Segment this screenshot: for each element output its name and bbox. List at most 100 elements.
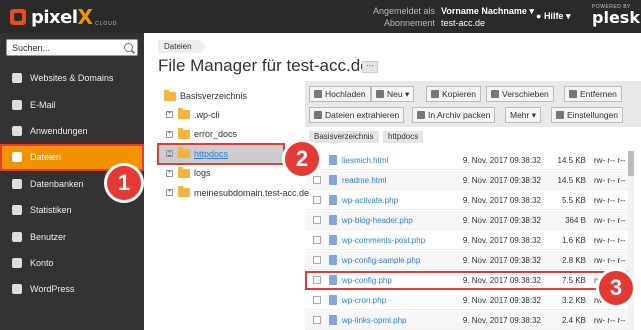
page-title: File Manager für test-acc.de (158, 56, 370, 75)
pixelx-logo[interactable]: pixel X (10, 5, 93, 29)
file-name-link[interactable]: wp-blog-header.php (342, 216, 437, 225)
extract-icon (314, 111, 322, 119)
file-name-link[interactable]: wp-cron.php (342, 296, 437, 305)
logo-subtitle: CLOUD (95, 21, 118, 27)
table-row-wp-config[interactable]: wp-config.php 9. Nov. 2017 09:38:32 7.5 KB… (305, 271, 628, 290)
table-row[interactable]: wp-links-opml.php 9. Nov. 2017 09:38:32 2.… (305, 311, 628, 330)
tree-item-error-docs[interactable]: + error_docs (158, 125, 298, 145)
table-row[interactable]: liesmich.html 9. Nov. 2017 09:38:32 14.5 K… (305, 151, 628, 170)
sidebar-item-users[interactable]: Benutzer (0, 223, 144, 249)
tree-item-httpdocs[interactable]: + httpdocs (157, 143, 285, 165)
file-icon (329, 235, 337, 245)
expand-icon[interactable]: + (166, 130, 173, 138)
settings-icon (556, 111, 564, 119)
wordpress-icon (12, 284, 22, 295)
file-date: 9. Nov. 2017 09:38:32 (462, 255, 541, 265)
settings-button[interactable]: Einstellungen (551, 107, 624, 123)
tree-root[interactable]: Basisverzeichnis (158, 87, 298, 105)
pixelx-logo-icon (10, 9, 26, 25)
table-row[interactable]: readme.html 9. Nov. 2017 09:38:32 14.5 KB r… (305, 171, 628, 190)
file-date: 9. Nov. 2017 09:38:32 (462, 295, 541, 305)
file-name-link[interactable]: wp-links-opml.php (342, 316, 437, 325)
move-button[interactable]: Verschieben (486, 86, 554, 102)
file-name-link[interactable]: wp-config.php (342, 276, 437, 285)
extract-files-button[interactable]: Dateien extrahieren (309, 107, 405, 123)
plus-icon (376, 90, 384, 98)
main-content: Dateien File Manager für test-acc.de ···… (144, 33, 641, 330)
expand-icon[interactable]: + (166, 169, 173, 177)
tree-item-subdomain[interactable]: + meinesubdomain.test-acc.de (158, 183, 309, 203)
row-checkbox[interactable] (313, 316, 321, 324)
sidebar-item-account[interactable]: Konto (0, 250, 144, 276)
row-checkbox[interactable] (313, 276, 321, 284)
file-size: 2.8 KB (561, 255, 586, 265)
search-input[interactable]: Suchen... (6, 39, 138, 56)
delete-icon (569, 90, 577, 98)
sidebar-item-email[interactable]: E-Mail (0, 91, 144, 117)
file-permissions: rw- r-- r-- (594, 315, 626, 325)
file-icon (329, 255, 337, 265)
folder-icon (164, 89, 176, 101)
scrollbar-thumb[interactable] (628, 151, 634, 176)
more-button[interactable]: Mehr ▾ (505, 107, 541, 123)
tree-item-wp-cli[interactable]: + .wp-cli (158, 105, 298, 125)
copy-button[interactable]: Kopieren (426, 86, 482, 102)
expand-icon[interactable]: + (166, 150, 173, 158)
table-row[interactable]: wp-activate.php 9. Nov. 2017 09:38:32 5.5 … (305, 191, 628, 210)
row-checkbox[interactable] (313, 216, 321, 224)
remove-button[interactable]: Entfernen (564, 86, 622, 102)
sidebar-item-applications[interactable]: Anwendungen (0, 118, 144, 144)
row-checkbox[interactable] (313, 196, 321, 204)
table-row[interactable]: wp-comments-post.php 9. Nov. 2017 09:38:3… (305, 231, 628, 250)
new-button[interactable]: Neu ▾ (371, 86, 415, 102)
row-checkbox[interactable] (313, 296, 321, 304)
row-checkbox[interactable] (313, 256, 321, 264)
folder-icon (178, 108, 190, 120)
search-icon[interactable] (124, 43, 133, 52)
folder-tree: Basisverzeichnis + .wp-cli + error_docs + h… (157, 87, 309, 203)
table-row[interactable]: wp-config-sample.php 9. Nov. 2017 09:38:3… (305, 251, 628, 270)
file-icon (329, 215, 337, 225)
file-size: 364 B (565, 215, 586, 225)
row-checkbox[interactable] (313, 236, 321, 244)
file-name-link[interactable]: liesmich.html (342, 156, 437, 165)
file-size: 3.2 KB (561, 295, 586, 305)
sidebar-item-wordpress[interactable]: WordPress (0, 276, 144, 302)
title-more-button[interactable]: ··· (362, 61, 378, 73)
expand-icon[interactable]: + (166, 189, 173, 197)
file-name-link[interactable]: wp-comments-post.php (342, 236, 437, 245)
breadcrumb[interactable]: Dateien (158, 40, 206, 54)
subscription-label: Abonnement (383, 18, 435, 28)
table-row[interactable]: wp-cron.php9. Nov. 2017 09:38:323.2 KBrw… (305, 291, 628, 310)
archive-button[interactable]: In Archiv packen (412, 107, 496, 123)
row-checkbox[interactable] (313, 176, 321, 184)
table-row[interactable]: wp-blog-header.php 9. Nov. 2017 09:38:32 3… (305, 211, 628, 230)
file-size: 14.5 KB (557, 175, 586, 185)
file-icon (329, 195, 337, 205)
file-name-link[interactable]: wp-config-sample.php (342, 256, 437, 265)
step-badge-3: 3 (596, 268, 636, 308)
logo-x: X (77, 5, 93, 29)
move-icon (491, 90, 499, 98)
tree-item-logs[interactable]: + logs (158, 164, 298, 184)
bar-chart-icon (12, 205, 22, 216)
file-permissions: rw- r-- r-- (594, 235, 626, 245)
file-size: 14.5 KB (557, 155, 586, 165)
user-menu[interactable]: Vorname Nachname ▾ (441, 5, 534, 17)
file-date: 9. Nov. 2017 09:38:32 (462, 315, 541, 325)
file-size: 1.6 KB (561, 235, 586, 245)
help-menu[interactable]: ● Hilfe ▾ (536, 11, 570, 22)
file-name-link[interactable]: readme.html (342, 176, 437, 185)
logo-text: pixel (31, 6, 78, 28)
file-name-link[interactable]: wp-activate.php (342, 196, 437, 205)
path-breadcrumb: Basisverzeichnis httpdocs (305, 130, 641, 144)
top-bar: pixel X CLOUD Angemeldet als Vorname Nac… (0, 0, 641, 33)
expand-icon[interactable]: + (166, 111, 173, 119)
step-badge-2: 2 (282, 139, 322, 179)
path-segment-httpdocs[interactable]: httpdocs (383, 131, 424, 143)
folder-icon (178, 166, 190, 178)
path-segment-root[interactable]: Basisverzeichnis (309, 131, 379, 143)
upload-button[interactable]: Hochladen (309, 86, 371, 102)
sidebar-item-websites-domains[interactable]: Websites & Domains (0, 65, 144, 91)
file-icon (329, 155, 337, 165)
